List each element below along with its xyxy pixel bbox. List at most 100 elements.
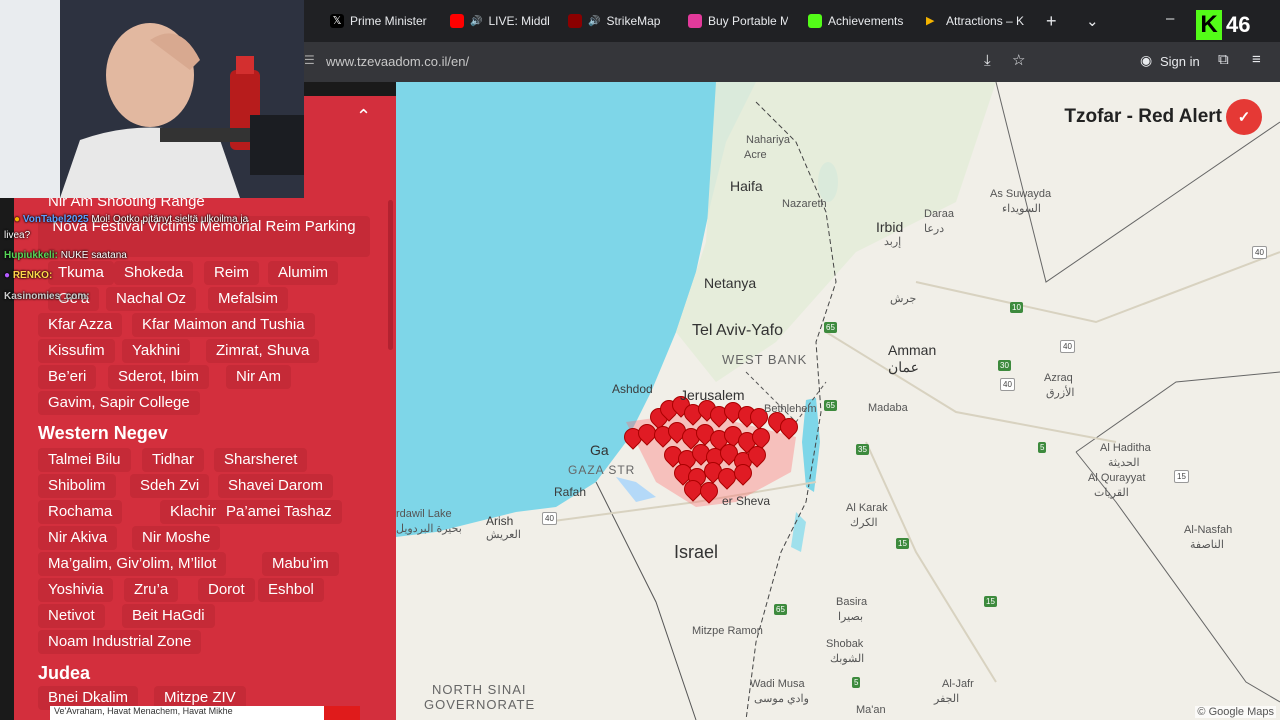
alert-location-chip: Sharsheret	[214, 448, 308, 472]
map-label: Nazareth	[782, 198, 827, 210]
map-label: er Sheva	[722, 494, 771, 508]
chat-username: VonTabel2025	[22, 214, 89, 225]
chat-user-badge-icon: ●	[14, 214, 21, 225]
install-icon[interactable]: ⤓	[984, 52, 991, 69]
map-label: Nahariya	[746, 134, 791, 146]
alert-location-chip: Ma’galim, Giv’olim, M’lilot	[38, 552, 227, 576]
youtube-icon	[450, 14, 464, 28]
google-maps-credit[interactable]: © Google Maps	[1195, 706, 1276, 718]
map-label: GAZA STR	[568, 463, 636, 477]
speaker-icon: 🔊	[470, 15, 483, 27]
tab-prime-minister[interactable]: 𝕏 Prime Minister	[330, 8, 430, 34]
alert-location-chip: Noam Industrial Zone	[38, 630, 202, 654]
map-label: GOVERNORATE	[424, 697, 536, 712]
color-strip	[324, 706, 360, 720]
map-label: rdawil Lake	[396, 508, 452, 520]
map-label: Irbid	[876, 219, 904, 235]
map-label: Mitzpe Ramon	[692, 625, 763, 637]
gaza-area	[616, 477, 656, 502]
map-view[interactable]: Tzofar - Red Alert ✓ Nahariya Acre Haifa…	[396, 82, 1280, 720]
speaker-icon: 🔊	[588, 15, 601, 27]
region-heading: Western Negev	[38, 423, 168, 443]
alert-location-chip: Sdeh Zvi	[130, 474, 210, 498]
road-shield: 35	[856, 444, 869, 455]
region-heading: Judea	[38, 663, 91, 683]
map-label: Netanya	[704, 275, 757, 291]
site-settings-icon[interactable]: ☰	[304, 53, 315, 67]
road-shield: 65	[774, 604, 787, 615]
alert-location-chip: Netivot	[38, 604, 105, 628]
alert-location-chip: Mefalsim	[208, 287, 289, 311]
map-label: السويداء	[1002, 203, 1041, 215]
tab-label: LIVE: Middl	[488, 14, 550, 28]
extensions-icon[interactable]: ⧉	[1218, 51, 1229, 68]
road-shield: 65	[824, 400, 837, 411]
menu-icon[interactable]: ≡	[1252, 51, 1261, 68]
panel-scrollbar[interactable]	[388, 200, 393, 350]
map-label: Basira	[836, 596, 868, 608]
road-line	[915, 251, 1280, 324]
map-canvas	[396, 82, 1280, 720]
chat-message: livea?	[4, 230, 30, 241]
map-label: Israel	[674, 542, 719, 562]
map-label: Arish	[486, 514, 514, 528]
url-field[interactable]: www.tzevaadom.co.il/en/	[326, 54, 469, 69]
map-label: جرش	[890, 293, 917, 305]
kick-logo-icon: K	[1196, 10, 1222, 40]
alert-location-chip: Nir Am	[226, 365, 291, 389]
tab-live[interactable]: 🔊 LIVE: Middl	[450, 8, 554, 34]
chevron-up-icon[interactable]: ⌃	[356, 106, 371, 127]
account-icon[interactable]: ◉	[1140, 52, 1152, 69]
gulf-area	[791, 512, 806, 552]
map-label: Ga	[590, 442, 609, 458]
alert-location-chip: Nir Akiva	[38, 526, 118, 550]
map-label: NORTH SINAI	[432, 682, 527, 697]
map-label: Al-Jafr	[942, 678, 974, 690]
alert-location-chip: Be’eri	[38, 365, 97, 389]
map-label: Amman	[888, 342, 937, 358]
alert-location-chip: Shokeda	[114, 261, 194, 285]
alert-location-chip: Tidhar	[142, 448, 204, 472]
alert-location-chip: Shibolim	[38, 474, 116, 498]
tab-buy-portable[interactable]: Buy Portable M	[688, 8, 788, 34]
map-label: العريش	[486, 529, 521, 541]
road-shield: 40	[1252, 246, 1267, 259]
tab-strikemap[interactable]: 🔊 StrikeMap	[568, 8, 672, 34]
map-label: بصيرا	[838, 611, 864, 623]
alert-location-chip: Tkuma	[48, 261, 114, 285]
chevron-down-icon[interactable]: ⌄	[1086, 12, 1099, 30]
tab-attractions[interactable]: ▶ Attractions – K	[926, 8, 1026, 34]
alert-location-chip: Mabu’im	[262, 552, 339, 576]
alert-location-chip: Zru’a	[124, 578, 179, 602]
chat-text: livea?	[4, 230, 31, 241]
alert-location-chip: Dorot	[198, 578, 255, 602]
chat-message: ● RENKO:	[4, 270, 52, 281]
map-label: الناصفة	[1190, 539, 1224, 551]
minimize-icon[interactable]: –	[1166, 10, 1174, 27]
chat-user-badge-icon: ●	[4, 270, 11, 281]
chat-username: RENKO:	[12, 270, 53, 281]
bookmark-star-icon[interactable]: ☆	[1012, 51, 1025, 69]
tab-label: Attractions – K	[946, 14, 1025, 28]
road-shield: 65	[824, 322, 837, 333]
chat-text: NUKE saatana	[60, 250, 127, 261]
map-label: Wadi Musa	[750, 678, 805, 690]
tab-achievements[interactable]: Achievements	[808, 8, 908, 34]
map-label: Al Haditha	[1100, 442, 1151, 454]
map-label: Ashdod	[612, 382, 653, 396]
road-shield: 15	[984, 596, 997, 607]
map-label: الجفر	[934, 693, 960, 705]
chat-username: Hupiukkeli:	[4, 250, 58, 261]
map-label: Rafah	[554, 485, 587, 499]
alert-location-chip: Kfar Maimon and Tushia	[132, 313, 315, 337]
alert-location-chip: Yakhini	[122, 339, 191, 363]
border-line	[595, 481, 697, 720]
road-shield: 40	[1060, 340, 1075, 353]
webcam-feed	[0, 0, 304, 198]
road-shield: 5	[852, 677, 861, 688]
tab-label: Prime Minister	[350, 14, 427, 28]
webcam-overlay	[0, 0, 304, 198]
sign-in-button[interactable]: Sign in	[1160, 54, 1200, 69]
new-tab-icon[interactable]: +	[1046, 11, 1057, 32]
map-label: Tel Aviv-Yafo	[692, 322, 784, 339]
